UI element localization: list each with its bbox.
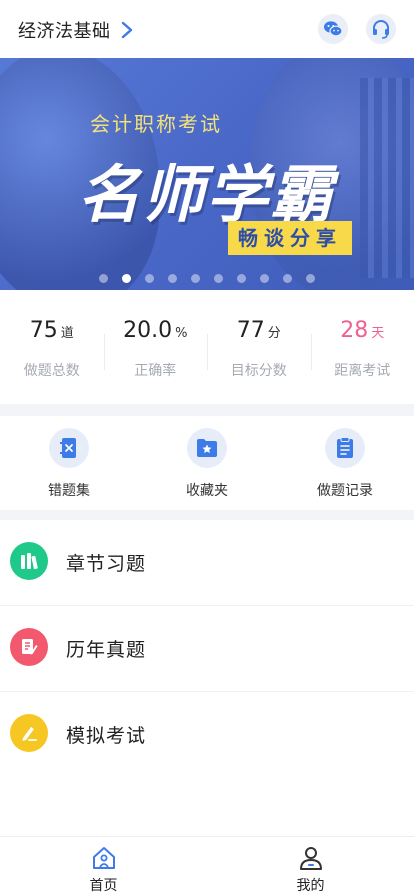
practice-list: 章节习题 历年真题 模拟考试 [0,520,414,778]
stats-panel: 75 道 做题总数 20.0% 正确率 77 分 目标分数 28 天 距离考试 [0,290,414,404]
carousel-dot[interactable] [306,274,315,283]
carousel-indicator[interactable] [0,274,414,283]
tool-label: 错题集 [48,483,90,499]
quick-tools: 错题集 收藏夹 做题记录 [0,416,414,510]
wechat-icon [324,21,343,37]
tool-icon-wrap [187,428,227,468]
section-divider [0,404,414,416]
stat-unit: 天 [371,326,385,341]
subject-title: 经济法基础 [18,21,111,42]
headset-icon [373,20,389,39]
stat-value: 77 [236,318,265,343]
practice-icon-wrap [10,542,48,580]
tool-wrong-questions[interactable]: 错题集 [0,416,138,510]
stat-accuracy: 20.0% 正确率 [103,290,208,404]
tab-home[interactable]: 首页 [0,837,207,896]
tab-label: 我的 [296,878,325,894]
stat-value: 20.0 [123,318,173,343]
customer-service-button[interactable] [366,14,396,44]
carousel-dot[interactable] [260,274,269,283]
stat-unit: % [175,326,188,341]
practice-icon-wrap [10,628,48,666]
practice-label: 模拟考试 [66,725,147,747]
stat-unit: 分 [267,326,281,341]
practice-mock-exam[interactable]: 模拟考试 [0,692,414,778]
section-divider [0,510,414,520]
user-icon [299,847,322,870]
practice-icon-wrap [10,714,48,752]
carousel-dot[interactable] [283,274,292,283]
carousel-dot[interactable] [99,274,108,283]
wechat-button[interactable] [318,14,348,44]
stat-value: 28 [340,318,369,343]
stat-label: 距离考试 [334,363,391,379]
home-icon [92,847,115,869]
top-header: 经济法基础 [0,0,414,58]
tool-favorites[interactable]: 收藏夹 [138,416,276,510]
books-icon [21,553,38,570]
stat-label: 做题总数 [23,363,80,379]
stat-value: 75 [29,318,58,343]
carousel-dot[interactable] [191,274,200,283]
stat-days-to-exam[interactable]: 28 天 距离考试 [310,290,414,404]
stat-total-questions: 75 道 做题总数 [0,290,104,404]
stat-target-score[interactable]: 77 分 目标分数 [207,290,311,404]
banner-kicker: 会计职称考试 [90,112,222,136]
tool-icon-wrap [325,428,365,468]
stat-label: 正确率 [134,363,177,379]
practice-label: 历年真题 [66,639,147,661]
carousel-dot[interactable] [237,274,246,283]
practice-label: 章节习题 [66,553,147,575]
wrong-book-icon [60,438,76,458]
bottom-tab-bar: 首页 我的 [0,836,414,896]
stat-label: 目标分数 [230,363,287,379]
tool-practice-history[interactable]: 做题记录 [276,416,414,510]
tab-label: 首页 [89,878,118,894]
carousel-dot[interactable] [122,274,131,283]
promo-banner[interactable]: 会计职称考试 名师学霸 畅谈分享 [0,58,414,290]
practice-past-papers[interactable]: 历年真题 [0,606,414,692]
tool-icon-wrap [49,428,89,468]
subject-selector[interactable]: 经济法基础 [18,17,133,43]
banner-bookshelf [360,78,414,278]
stat-unit: 道 [60,326,74,341]
pencil-icon [22,727,37,741]
tool-label: 做题记录 [317,483,373,499]
clipboard-icon [337,437,353,458]
chevron-right-icon [121,21,132,39]
star-folder-icon [197,439,217,457]
paper-pen-icon [22,639,38,655]
tab-profile[interactable]: 我的 [207,837,414,896]
carousel-dot[interactable] [145,274,154,283]
banner-tag: 畅谈分享 [228,221,352,255]
tool-label: 收藏夹 [186,483,228,499]
practice-chapter-exercises[interactable]: 章节习题 [0,520,414,606]
carousel-dot[interactable] [214,274,223,283]
carousel-dot[interactable] [168,274,177,283]
